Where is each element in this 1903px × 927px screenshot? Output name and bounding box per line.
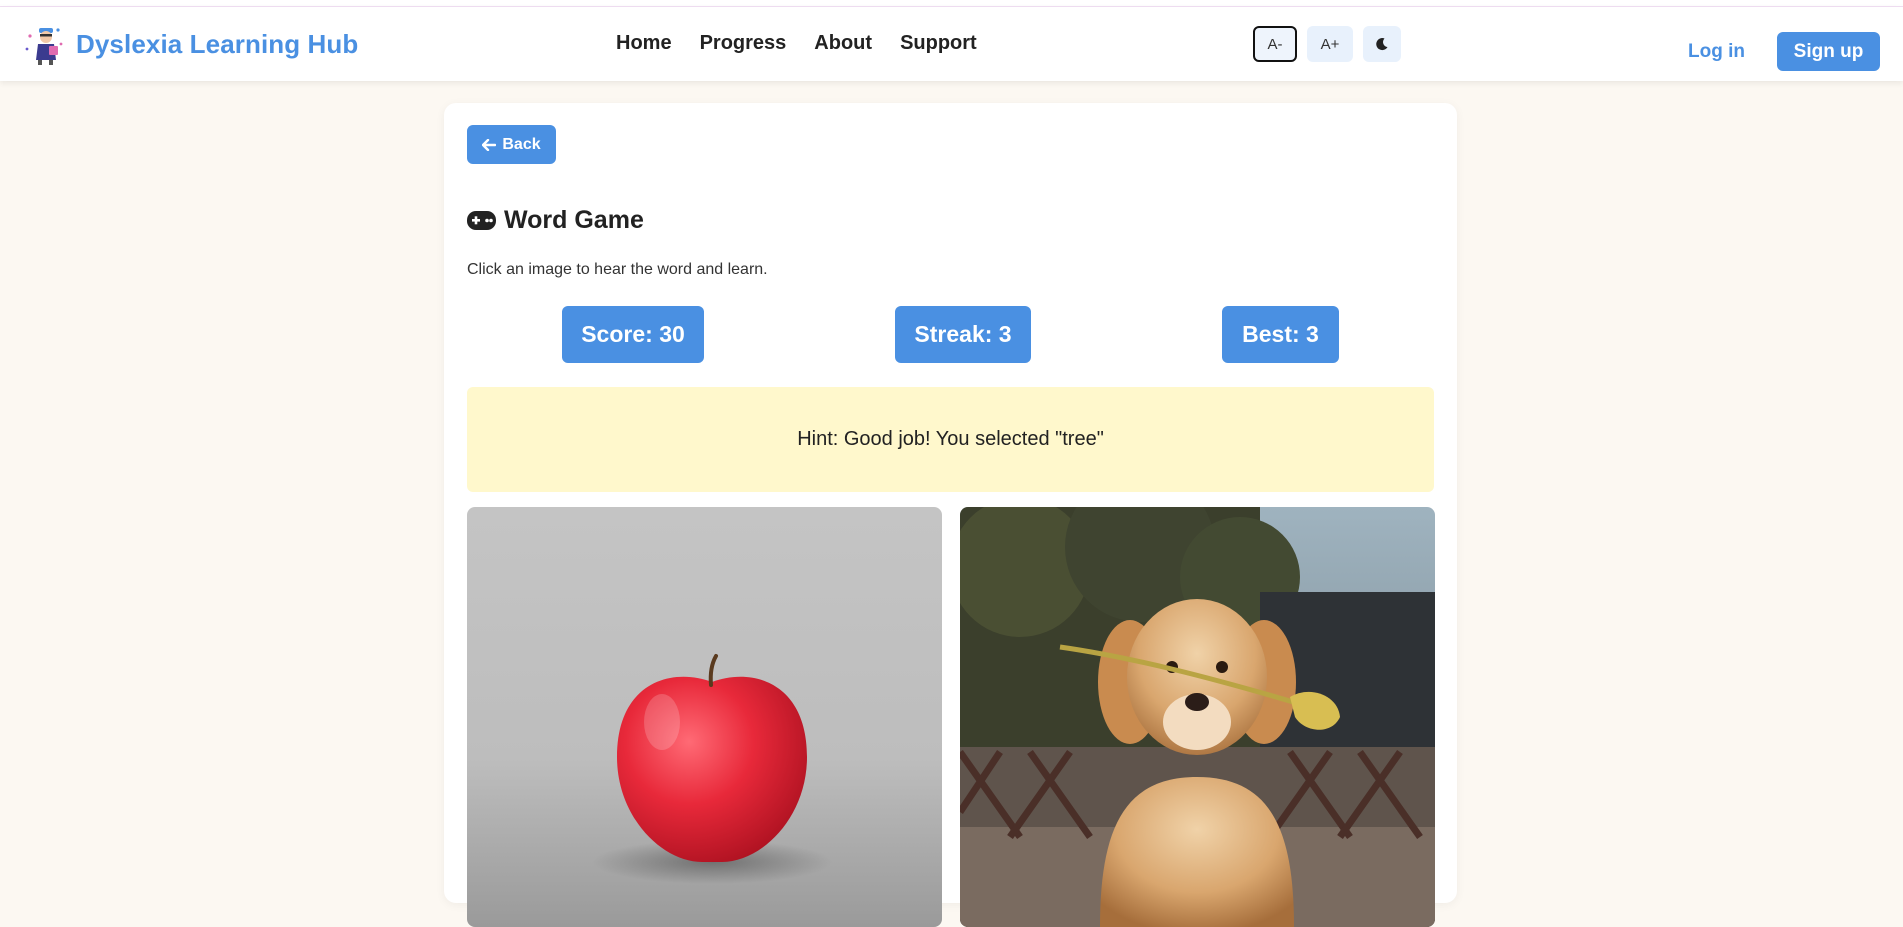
game-card: Back Word Game Click an image to hear th…	[444, 103, 1457, 927]
apple-image	[467, 507, 942, 927]
game-title: Word Game	[467, 206, 644, 235]
accessibility-controls: A- A+	[1253, 26, 1401, 62]
dark-mode-button[interactable]	[1363, 26, 1401, 62]
top-accent-line	[0, 0, 1903, 7]
nav-support[interactable]: Support	[900, 32, 977, 55]
streak-badge: Streak: 3	[895, 306, 1031, 363]
image-option-apple[interactable]	[467, 507, 942, 927]
brand-link[interactable]: Dyslexia Learning Hub	[24, 22, 358, 66]
main-nav: Home Progress About Support	[616, 32, 1005, 55]
site-header: Dyslexia Learning Hub Home Progress Abou…	[0, 7, 1903, 81]
login-link[interactable]: Log in	[1688, 41, 1745, 63]
font-increase-button[interactable]: A+	[1307, 26, 1353, 62]
dog-image	[960, 507, 1435, 927]
signup-button[interactable]: Sign up	[1777, 32, 1880, 71]
hint-box: Hint: Good job! You selected "tree"	[467, 387, 1434, 492]
moon-icon	[1376, 38, 1388, 51]
back-button[interactable]: Back	[467, 125, 556, 164]
arrow-left-icon	[482, 138, 497, 151]
game-instructions: Click an image to hear the word and lear…	[467, 261, 768, 278]
gamepad-icon	[467, 211, 496, 230]
brand-name: Dyslexia Learning Hub	[76, 28, 359, 59]
nav-progress[interactable]: Progress	[700, 32, 787, 55]
score-badge: Score: 30	[562, 306, 704, 363]
image-option-dog[interactable]	[960, 507, 1435, 927]
best-badge: Best: 3	[1222, 306, 1339, 363]
brand-logo	[25, 28, 63, 65]
page-title: Word Game	[504, 206, 644, 234]
nav-home[interactable]: Home	[616, 32, 672, 55]
back-label: Back	[502, 135, 541, 153]
font-decrease-button[interactable]: A-	[1253, 26, 1297, 62]
nav-about[interactable]: About	[814, 32, 872, 55]
